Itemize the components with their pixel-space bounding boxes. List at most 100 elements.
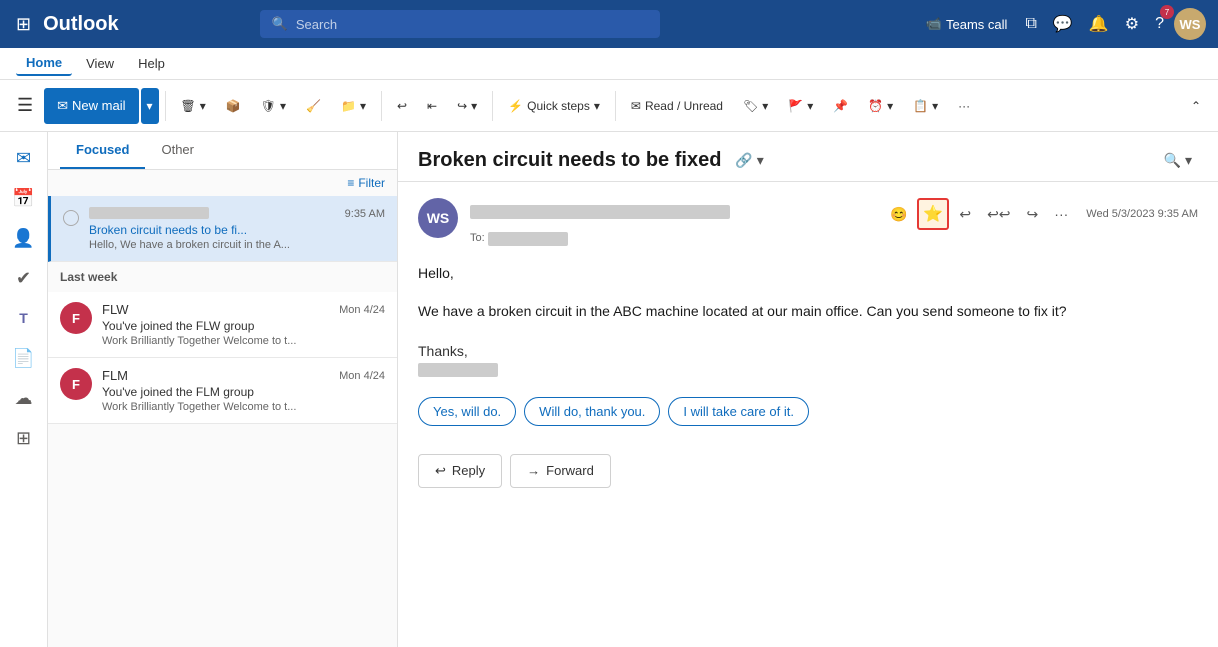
quick-steps-button[interactable]: ⚡ Quick steps ▾	[499, 88, 609, 124]
ribbon-divider-3	[492, 91, 493, 121]
main-layout: ✉ 📅 👤 ✔ T 📄 ☁ ⊞ Focused Other ≡ Filter	[0, 132, 1218, 647]
tags-icon: 🏷	[743, 99, 758, 113]
hamburger-button[interactable]: ☰	[8, 88, 42, 124]
email-content-flm: FLM Mon 4/24 You've joined the FLM group…	[102, 368, 385, 413]
menu-home[interactable]: Home	[16, 51, 72, 76]
email-pane-body: WS 😊 ⭐ ↩ ↩↩ ↪ ··· Wed 5/3/	[398, 182, 1218, 647]
ribbon-collapse-button[interactable]: ⌃	[1182, 88, 1210, 124]
redo-button[interactable]: ↪ ▾	[448, 88, 486, 124]
reply-button[interactable]: ↩ Reply	[418, 454, 502, 488]
pin-button[interactable]: 📌	[824, 88, 857, 124]
undo-all-button[interactable]: ⇤	[418, 88, 446, 124]
tab-focused[interactable]: Focused	[60, 132, 145, 169]
waffle-icon[interactable]: ⊞	[12, 10, 35, 39]
archive-button[interactable]: 📦	[217, 88, 250, 124]
email-sender	[89, 206, 209, 221]
feedback-icon[interactable]: 💬	[1047, 8, 1079, 40]
more-email-button[interactable]: ···	[1048, 202, 1074, 226]
delete-button[interactable]: 🗑 ▾	[172, 88, 215, 124]
zoom-button[interactable]: 🔍 ▾	[1158, 148, 1198, 173]
reply-email-button[interactable]: ↩	[953, 202, 977, 227]
chevron-up-icon: ⌃	[1191, 99, 1201, 113]
menu-help[interactable]: Help	[128, 52, 175, 75]
archive-icon: 📦	[226, 99, 241, 113]
email-sender-row-flm: FLM Mon 4/24	[102, 368, 385, 383]
new-mail-dropdown[interactable]: ▾	[141, 88, 159, 124]
sidebar-item-tasks[interactable]: ✔	[6, 260, 42, 296]
spam-icon: 🛡	[261, 99, 276, 113]
email-preview-flw: Work Brilliantly Together Welcome to t..…	[102, 335, 385, 347]
new-mail-button[interactable]: ✉ New mail	[44, 88, 138, 124]
help-icon[interactable]: ? 7	[1149, 9, 1170, 39]
email-items: 9:35 AM Broken circuit needs to be fi...…	[48, 196, 397, 647]
sidebar-item-teams[interactable]: T	[6, 300, 42, 336]
settings-icon[interactable]: ⚙	[1119, 8, 1145, 40]
filter-row[interactable]: ≡ Filter	[48, 170, 397, 196]
suggested-reply-1[interactable]: Yes, will do.	[418, 397, 516, 426]
suggested-reply-2[interactable]: Will do, thank you.	[524, 397, 660, 426]
tags-button[interactable]: 🏷 ▾	[734, 88, 777, 124]
avatar[interactable]: WS	[1174, 8, 1206, 40]
email-sender-row-flw: FLW Mon 4/24	[102, 302, 385, 317]
snooze-button[interactable]: ⏰ ▾	[859, 88, 902, 124]
from-details: 😊 ⭐ ↩ ↩↩ ↪ ··· Wed 5/3/2023 9:35 AM To:	[470, 198, 1198, 246]
sweep-button[interactable]: 🧹	[297, 88, 330, 124]
sweep-icon: 🧹	[306, 99, 321, 113]
read-unread-button[interactable]: ✉ Read / Unread	[622, 88, 732, 124]
help-badge: 7	[1160, 5, 1174, 19]
more-button[interactable]: ···	[949, 88, 979, 124]
email-radio[interactable]	[63, 210, 79, 226]
linked-items-button[interactable]: 🔗 ▾	[729, 148, 769, 173]
sidebar-item-onedrive[interactable]: ☁	[6, 380, 42, 416]
forward-button[interactable]: → Forward	[510, 454, 611, 488]
sidebar-item-mail[interactable]: ✉	[6, 140, 42, 176]
email-actions-right: 😊 ⭐ ↩ ↩↩ ↪ ··· Wed 5/3/2023 9:35 AM	[884, 198, 1198, 230]
inbox-tabs: Focused Other	[48, 132, 397, 170]
tab-other[interactable]: Other	[145, 132, 210, 169]
mail-icon: ✉	[57, 98, 68, 114]
move-icon: 📁	[341, 99, 356, 113]
email-signature-thanks: Thanks,	[418, 343, 1198, 359]
view-icon: 📋	[913, 99, 928, 113]
email-time: 9:35 AM	[345, 208, 385, 220]
email-item-flw[interactable]: F FLW Mon 4/24 You've joined the FLW gro…	[48, 292, 397, 358]
filter-icon: ≡	[347, 176, 354, 190]
spam-button[interactable]: 🛡 ▾	[252, 88, 295, 124]
reply-all-email-button[interactable]: ↩↩	[981, 202, 1016, 227]
emoji-button[interactable]: 😊	[884, 202, 913, 227]
email-item-selected[interactable]: 9:35 AM Broken circuit needs to be fi...…	[48, 196, 397, 262]
sidebar-item-apps[interactable]: ⊞	[6, 420, 42, 456]
sidebar-item-calendar[interactable]: 📅	[6, 180, 42, 216]
flag-icon: 🚩	[788, 99, 803, 113]
email-preview: Hello, We have a broken circuit in the A…	[89, 239, 385, 251]
teams-call-button[interactable]: 📹 Teams call	[918, 12, 1016, 36]
email-from-row: WS 😊 ⭐ ↩ ↩↩ ↪ ··· Wed 5/3/	[418, 198, 1198, 246]
ribbon-divider-2	[381, 91, 382, 121]
search-input[interactable]	[296, 17, 648, 32]
email-item-flm[interactable]: F FLM Mon 4/24 You've joined the FLM gro…	[48, 358, 397, 424]
section-header-last-week: Last week	[48, 262, 397, 292]
sidebar-item-files[interactable]: 📄	[6, 340, 42, 376]
from-avatar: WS	[418, 198, 458, 238]
move-to-button[interactable]: 📁 ▾	[332, 88, 375, 124]
view-button[interactable]: 📋 ▾	[904, 88, 947, 124]
delete-icon: 🗑	[181, 99, 196, 113]
email-pane-header: Broken circuit needs to be fixed 🔗 ▾ 🔍 ▾	[398, 132, 1218, 182]
search-bar[interactable]: 🔍	[260, 10, 660, 38]
multi-window-icon[interactable]: ⧉	[1019, 9, 1042, 39]
email-body-main: We have a broken circuit in the ABC mach…	[418, 300, 1198, 322]
undo-button[interactable]: ↩	[388, 88, 416, 124]
email-list-panel: Focused Other ≡ Filter	[48, 132, 398, 647]
reply-icon: ↩	[435, 463, 446, 479]
notifications-icon[interactable]: 🔔	[1083, 8, 1115, 40]
menu-view[interactable]: View	[76, 52, 124, 75]
email-pane-title: Broken circuit needs to be fixed	[418, 149, 721, 172]
flag-button[interactable]: 🚩 ▾	[779, 88, 822, 124]
forward-email-button[interactable]: ↪	[1021, 202, 1045, 227]
ribbon: ☰ ✉ New mail ▾ 🗑 ▾ 📦 🛡 ▾ 🧹 📁 ▾ ↩ ⇤ ↪ ▾ ⚡…	[0, 80, 1218, 132]
sidebar-item-people[interactable]: 👤	[6, 220, 42, 256]
star-button[interactable]: ⭐	[917, 198, 949, 230]
sender-blurred	[89, 207, 209, 219]
suggested-reply-3[interactable]: I will take care of it.	[668, 397, 809, 426]
email-date: Wed 5/3/2023 9:35 AM	[1086, 208, 1198, 220]
